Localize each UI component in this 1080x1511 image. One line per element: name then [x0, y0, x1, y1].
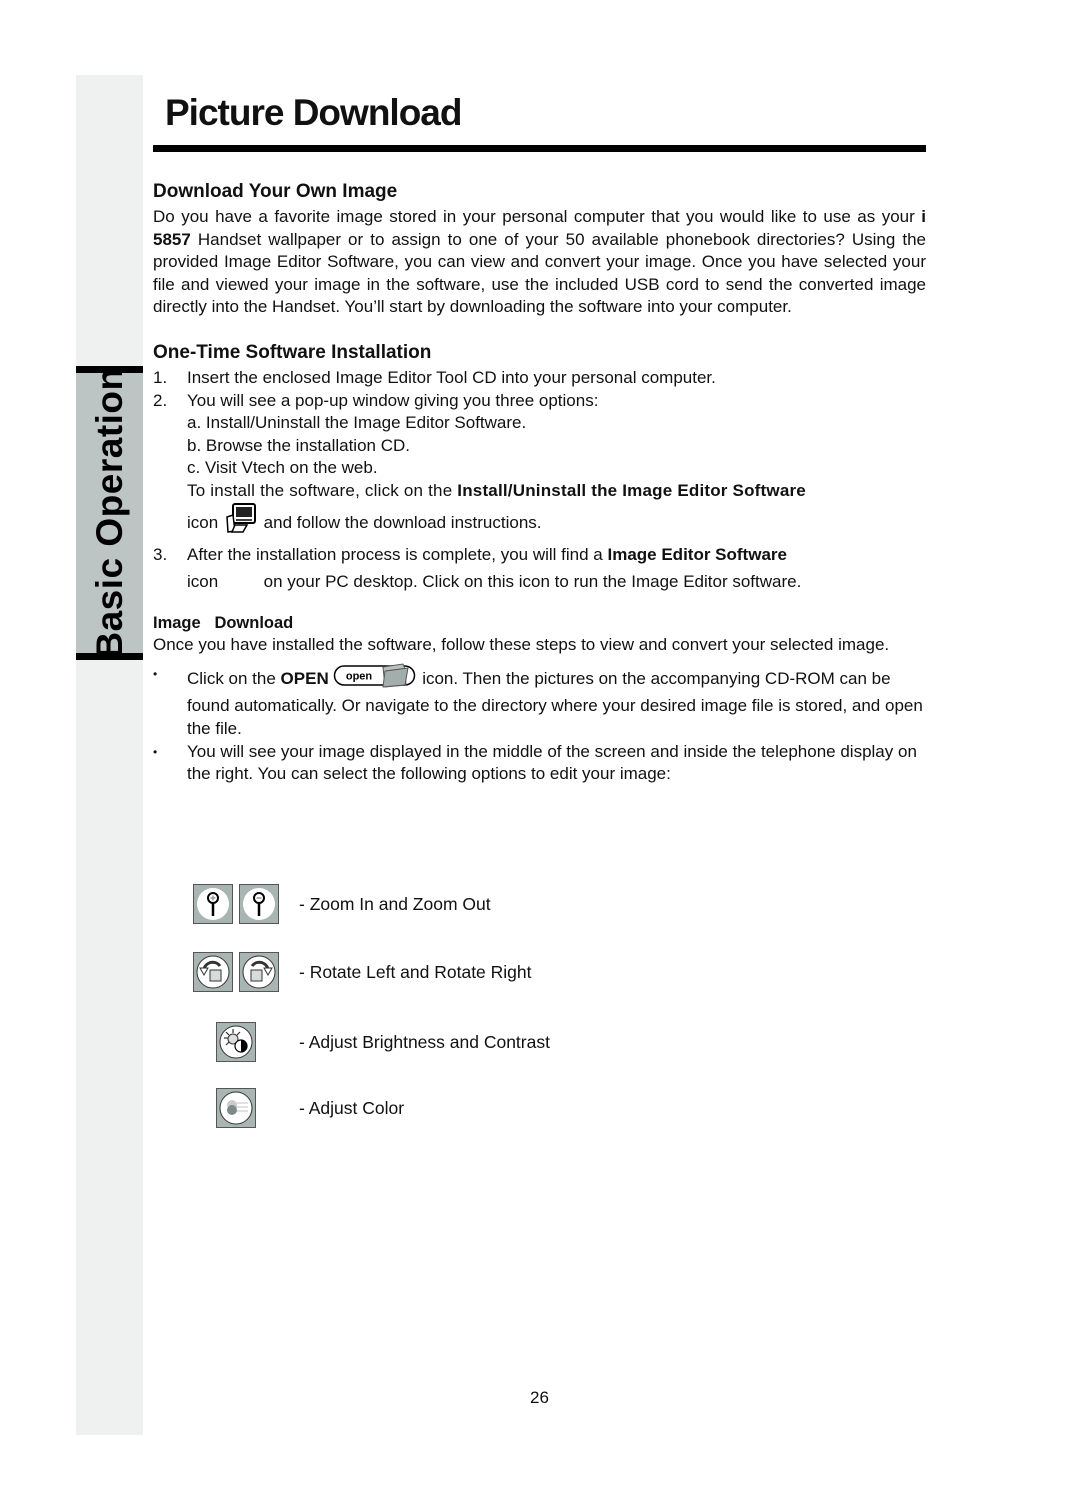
tool-row-color: - Adjust Color	[186, 1088, 404, 1128]
tool-label: - Rotate Left and Rotate Right	[299, 961, 532, 982]
install-instruction: To install the software, click on the In…	[187, 480, 806, 500]
page-number: 26	[530, 1388, 549, 1407]
content: Download Your Own Image Do you have a fa…	[153, 178, 926, 786]
page-title: Picture Download	[165, 92, 462, 133]
option-c: c. Visit Vtech on the web.	[187, 458, 378, 478]
install-step: 1. Insert the enclosed Image Editor Tool…	[153, 367, 716, 387]
folder-icon	[382, 663, 410, 688]
tool-row-zoom: - Zoom In and Zoom Out	[186, 884, 491, 924]
tool-label: - Adjust Color	[299, 1097, 405, 1118]
heading-software-installation: One-Time Software Installation	[153, 341, 432, 363]
adjust-color-icon[interactable]	[216, 1088, 256, 1128]
install-steps: 1. Insert the enclosed Image Editor Tool…	[153, 367, 926, 598]
bullet-item: • Click on the OPEN open icon. Then the …	[153, 663, 926, 741]
install-step: 2. You will see a pop-up window giving y…	[153, 390, 926, 544]
image-download-steps: • Click on the OPEN open icon. Then the …	[153, 663, 926, 786]
heading-download-own-image: Download Your Own Image	[153, 181, 398, 202]
tool-row-rotate: - Rotate Left and Rotate Right	[186, 952, 532, 992]
zoom-in-icon[interactable]	[193, 884, 233, 924]
install-step: 3. After the installation process is com…	[153, 544, 926, 599]
brightness-contrast-icon[interactable]	[216, 1022, 256, 1062]
zoom-out-icon[interactable]	[239, 884, 279, 924]
section-tab: Basic Operation	[76, 366, 143, 660]
intro-paragraph: Do you have a favorite image stored in y…	[153, 207, 926, 317]
option-b: b. Browse the installation CD.	[187, 435, 410, 455]
rotate-right-icon[interactable]	[239, 952, 279, 992]
open-button-label: open	[346, 670, 373, 682]
side-strip	[76, 75, 143, 1435]
tool-label: - Zoom In and Zoom Out	[299, 893, 491, 914]
section-tab-label: Basic Operation	[88, 367, 130, 659]
bullet-item: • You will see your image displayed in t…	[153, 741, 917, 784]
tool-label: - Adjust Brightness and Contrast	[299, 1031, 550, 1052]
install-icon-line: icon and follow the download instruction…	[187, 502, 926, 544]
desktop-icon-line: icon on your PC desktop. Click on this i…	[187, 572, 802, 592]
heading-image-download: Image Download	[153, 614, 294, 633]
install-computer-icon[interactable]	[223, 502, 259, 544]
option-a: a. Install/Uninstall the Image Editor So…	[187, 413, 527, 433]
rotate-left-icon[interactable]	[193, 952, 233, 992]
title-rule	[153, 145, 926, 152]
open-button[interactable]: open	[333, 663, 417, 696]
image-download-intro: Once you have installed the software, fo…	[153, 635, 890, 655]
tool-row-brightness: - Adjust Brightness and Contrast	[186, 1022, 550, 1062]
